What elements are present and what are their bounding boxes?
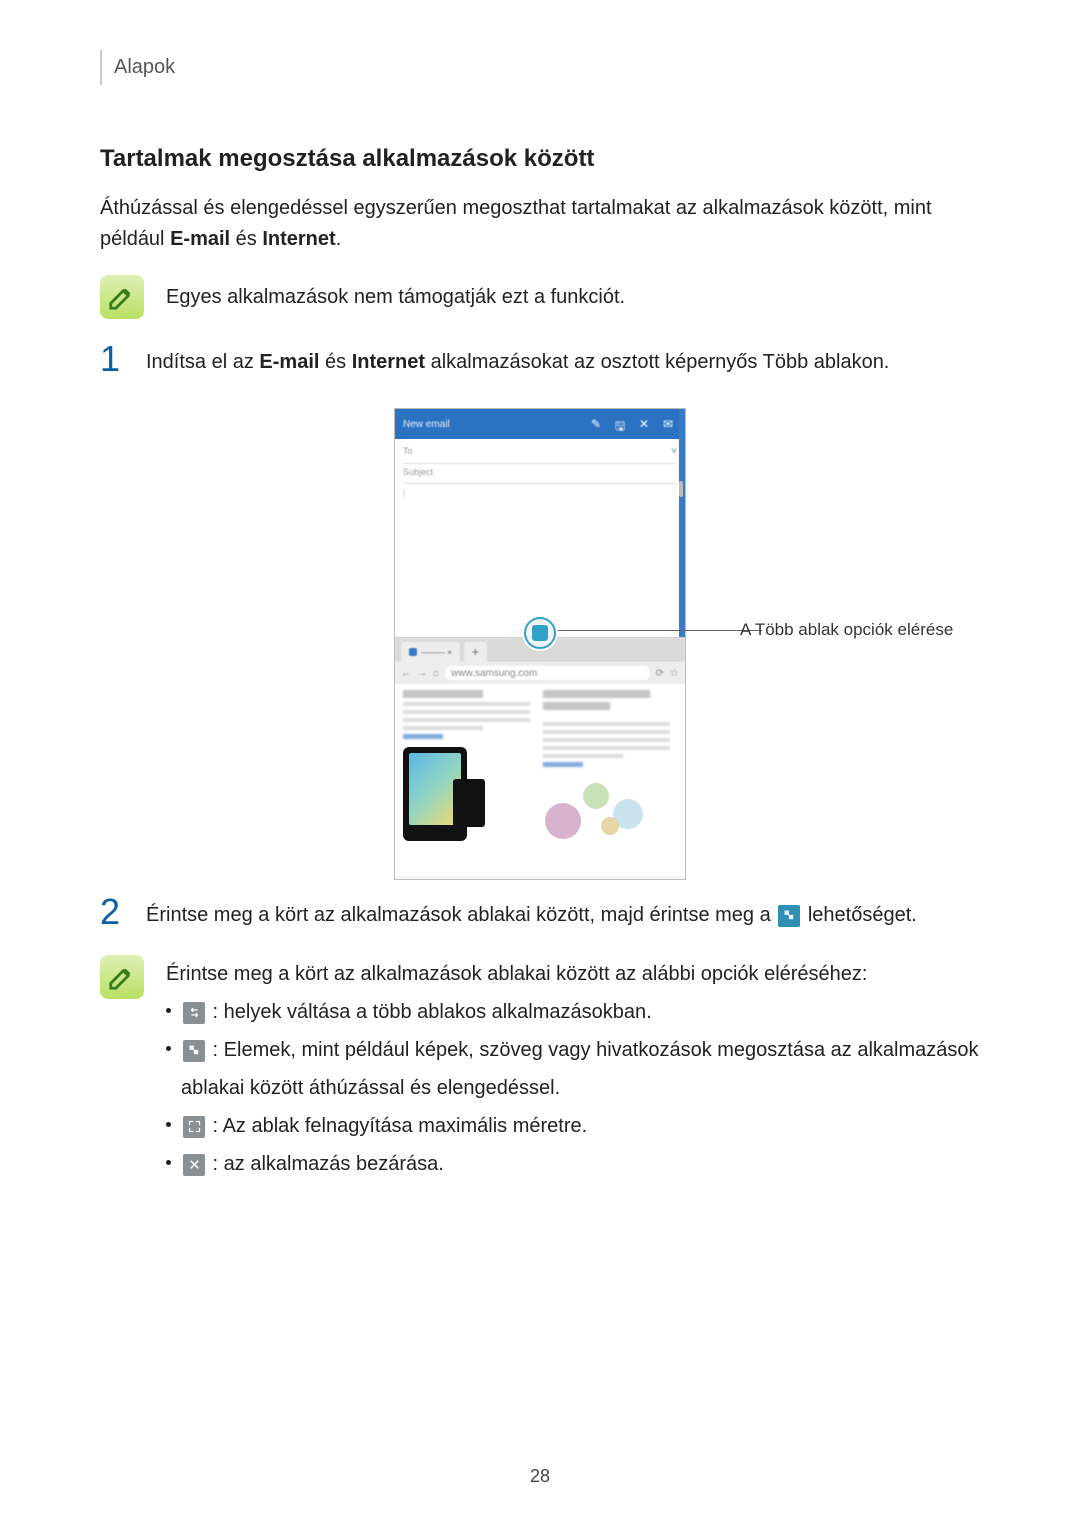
blur-heading xyxy=(543,690,650,698)
note-1: Egyes alkalmazások nem támogatják ezt a … xyxy=(100,275,980,319)
email-title: New email xyxy=(403,419,450,430)
blur-link xyxy=(403,734,443,739)
blur-line xyxy=(543,722,670,726)
phone-image-small xyxy=(453,779,485,827)
step-1-mid: és xyxy=(319,351,351,373)
browser-toolbar: ← → ⌂ www.samsung.com ⟳ ☆ xyxy=(395,662,685,684)
note-icon xyxy=(100,275,144,319)
swap-icon xyxy=(183,1002,205,1024)
note-2-item-3: : Az ablak felnagyítása maximális méretr… xyxy=(166,1107,980,1145)
reload-icon: ⟳ xyxy=(656,668,664,679)
step-1-number: 1 xyxy=(100,341,126,377)
new-tab: + xyxy=(464,642,487,662)
bullet-dot xyxy=(166,1122,171,1127)
save-icon xyxy=(615,417,629,431)
tab-favicon xyxy=(409,648,417,656)
send-icon xyxy=(663,417,677,431)
note-2-item-3-text: : Az ablak felnagyítása maximális méretr… xyxy=(207,1115,587,1137)
bullet-dot xyxy=(166,1160,171,1165)
blur-line xyxy=(543,738,670,742)
scrollbar xyxy=(679,481,683,497)
maximize-icon xyxy=(183,1116,205,1138)
browser-pane: ——— × + ← → ⌂ www.samsung.com ⟳ ☆ xyxy=(395,637,685,879)
back-icon: ← xyxy=(401,668,411,679)
blur-line xyxy=(543,730,670,734)
email-topbar: New email xyxy=(395,409,685,439)
note-2-item-1-text: : helyek váltása a több ablakos alkalmaz… xyxy=(207,1001,652,1023)
note-2-item-2-text: : Elemek, mint például képek, szöveg vag… xyxy=(181,1039,978,1099)
step-2-number: 2 xyxy=(100,894,126,930)
bullet-dot xyxy=(166,1008,171,1013)
pen-note-icon xyxy=(107,962,137,992)
pen-note-icon xyxy=(107,282,137,312)
blur-heading xyxy=(543,702,610,710)
step-1-text: Indítsa el az E-mail és Internet alkalma… xyxy=(146,347,889,378)
close-app-icon xyxy=(183,1154,205,1176)
star-icon: ☆ xyxy=(670,668,679,679)
url-bar: www.samsung.com xyxy=(445,666,650,680)
expand-to-icon: ˅ xyxy=(671,446,677,457)
blur-link xyxy=(543,762,583,767)
bubble-image xyxy=(543,777,677,847)
browser-content xyxy=(395,684,685,876)
section-header: Alapok xyxy=(100,50,980,85)
blur-line xyxy=(403,718,530,722)
note-2-item-2: : Elemek, mint például képek, szöveg vag… xyxy=(166,1031,980,1107)
page-subtitle: Tartalmak megosztása alkalmazások között xyxy=(100,145,980,173)
drag-share-icon xyxy=(778,905,800,927)
multiwindow-handle[interactable] xyxy=(524,617,556,649)
note-2-item-4: : az alkalmazás bezárása. xyxy=(166,1145,980,1183)
note-2-list: Érintse meg a kört az alkalmazások ablak… xyxy=(166,955,980,1183)
to-label: To xyxy=(403,446,413,457)
figure-area: New email To ˅ Subject | xyxy=(100,408,980,880)
note-2: Érintse meg a kört az alkalmazások ablak… xyxy=(100,955,980,1183)
step-2-a: Érintse meg a kört az alkalmazások ablak… xyxy=(146,904,776,926)
page-number: 28 xyxy=(0,1466,1080,1487)
device-mock: New email To ˅ Subject | xyxy=(394,408,686,880)
step-1-a: Indítsa el az xyxy=(146,351,259,373)
note-icon xyxy=(100,955,144,999)
step-1-b: alkalmazásokat az osztott képernyős Több… xyxy=(425,351,889,373)
email-form: To ˅ Subject | xyxy=(395,439,685,620)
intro-paragraph: Áthúzással és elengedéssel egyszerűen me… xyxy=(100,193,980,255)
share-drag-icon xyxy=(183,1040,205,1062)
step-2: 2 Érintse meg a kört az alkalmazások abl… xyxy=(100,900,980,931)
email-body: | xyxy=(403,484,677,620)
edit-icon xyxy=(591,417,605,431)
subject-label: Subject xyxy=(403,467,433,477)
intro-and: és xyxy=(230,228,262,250)
forward-icon: → xyxy=(417,668,427,679)
note-2-intro: Érintse meg a kört az alkalmazások ablak… xyxy=(166,955,980,993)
cursor: | xyxy=(403,488,405,498)
blur-line xyxy=(403,702,530,706)
home-icon: ⌂ xyxy=(433,668,439,679)
step-2-b: lehetőséget. xyxy=(802,904,917,926)
browser-tab: ——— × xyxy=(401,642,460,662)
blur-heading xyxy=(403,690,483,698)
close-icon xyxy=(639,417,653,431)
note-2-item-1: : helyek váltása a több ablakos alkalmaz… xyxy=(166,993,980,1031)
bullet-dot xyxy=(166,1046,171,1051)
callout-line xyxy=(556,630,762,631)
note-2-item-4-text: : az alkalmazás bezárása. xyxy=(207,1153,444,1175)
callout-text: A Több ablak opciók elérése xyxy=(740,620,953,640)
intro-internet-bold: Internet xyxy=(262,228,335,250)
blur-line xyxy=(543,754,623,758)
blur-line xyxy=(403,726,483,730)
intro-email-bold: E-mail xyxy=(170,228,230,250)
step-1-internet: Internet xyxy=(352,351,425,373)
intro-text-b: . xyxy=(336,228,342,250)
blur-line xyxy=(543,746,670,750)
blur-line xyxy=(403,710,530,714)
step-1-email: E-mail xyxy=(259,351,319,373)
multiwindow-handle-icon xyxy=(532,625,548,641)
step-1: 1 Indítsa el az E-mail és Internet alkal… xyxy=(100,347,980,378)
step-2-text: Érintse meg a kört az alkalmazások ablak… xyxy=(146,900,917,931)
note-1-text: Egyes alkalmazások nem támogatják ezt a … xyxy=(166,282,625,313)
